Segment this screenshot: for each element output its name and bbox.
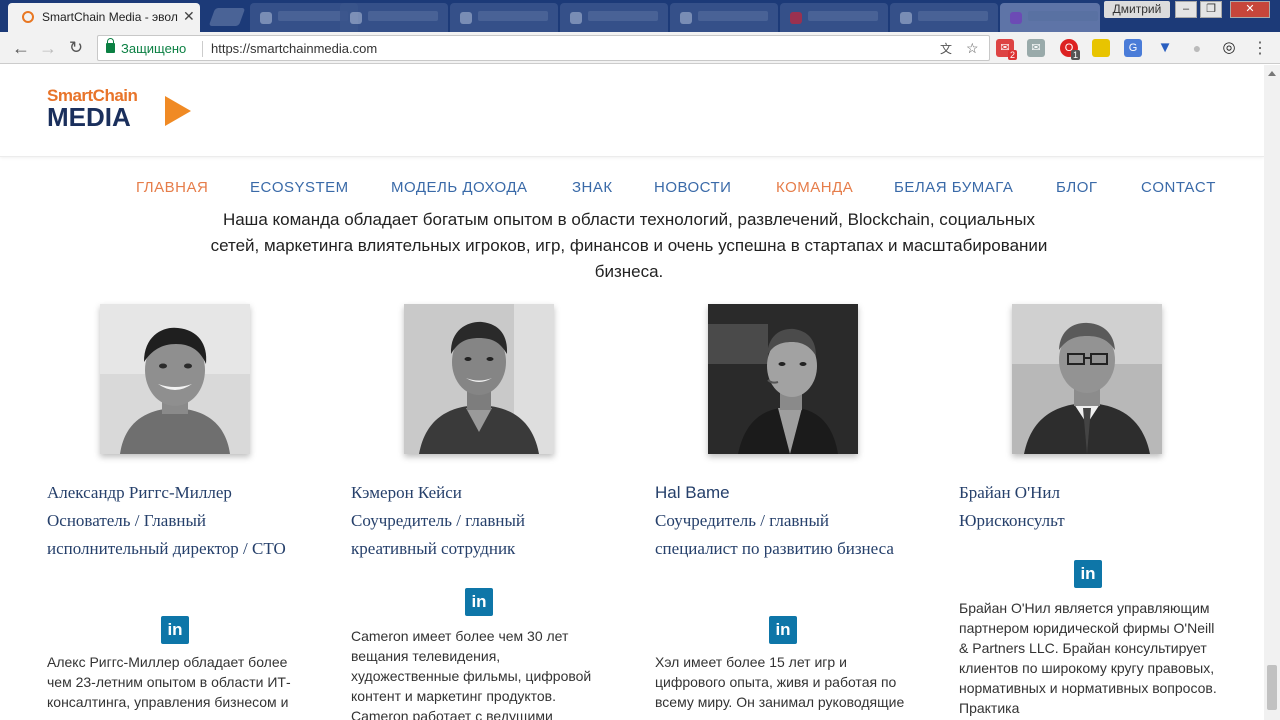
linkedin-icon[interactable]: in: [769, 616, 797, 644]
member-role: Соучредитель / главный креативный сотруд…: [351, 511, 526, 558]
member-photo: [1012, 304, 1162, 454]
tab-favicon-icon: [900, 12, 912, 24]
tab-title-blurred: [478, 11, 548, 21]
tab-smartchain[interactable]: SmartChain Media - эвол ✕: [8, 3, 200, 32]
member-portrait-icon: [404, 304, 554, 454]
chrome-menu-icon[interactable]: ⋮: [1252, 38, 1268, 58]
tab-favicon-icon: [680, 12, 692, 24]
page-viewport: SmartChain MEDIA ГЛАВНАЯ ECOSYSTEM МОДЕЛ…: [0, 65, 1264, 720]
main-nav: ГЛАВНАЯ ECOSYSTEM МОДЕЛЬ ДОХОДА ЗНАК НОВ…: [0, 173, 1264, 203]
member-name: Брайан О'Нил: [959, 483, 1060, 502]
member-name: Александр Риггс-Миллер: [47, 483, 232, 502]
site-header: SmartChain MEDIA: [0, 65, 1264, 157]
secure-label: Защищено: [121, 41, 187, 56]
tab-title-blurred: [1028, 11, 1098, 21]
tab-favicon-icon: [350, 12, 362, 24]
lock-icon: [106, 38, 115, 53]
back-arrow-icon[interactable]: ←: [11, 38, 31, 58]
tab-title-blurred: [918, 11, 988, 21]
url-text[interactable]: https://smartchainmedia.com: [211, 41, 377, 56]
smartchain-media-logo[interactable]: SmartChain MEDIA: [47, 80, 197, 135]
tab-background[interactable]: [780, 3, 888, 32]
tab-title-blurred: [368, 11, 438, 21]
tab-favicon-icon: [1010, 12, 1022, 24]
member-role: Юрисконсульт: [959, 511, 1065, 530]
scroll-up-icon[interactable]: [1268, 71, 1276, 76]
member-bio: Алекс Риггс-Миллер обладает более чем 23…: [47, 654, 291, 710]
translate-extension-icon[interactable]: G: [1124, 39, 1142, 57]
blocker-extension-icon[interactable]: ●: [1188, 39, 1206, 57]
tab-favicon-icon: [790, 12, 802, 24]
member-name: Кэмерон Кейси: [351, 483, 462, 502]
nav-home[interactable]: ГЛАВНАЯ: [136, 179, 208, 196]
member-portrait-icon: [708, 304, 858, 454]
translate-icon[interactable]: 文: [940, 40, 952, 57]
tab-favicon-icon: [570, 12, 582, 24]
member-portrait-icon: [1012, 304, 1162, 454]
bookmark-extension-icon[interactable]: [1092, 39, 1110, 57]
browser-tab-bar: SmartChain Media - эвол ✕ Дмитрий – ❐ ✕: [0, 0, 1280, 32]
screen-capture-icon[interactable]: ◎: [1220, 39, 1238, 57]
divider: [202, 41, 203, 57]
logo-text-bottom: MEDIA: [47, 102, 131, 132]
linkedin-icon[interactable]: in: [1074, 560, 1102, 588]
tab-title-blurred: [588, 11, 658, 21]
linkedin-icon[interactable]: in: [161, 616, 189, 644]
member-photo: [100, 304, 250, 454]
tab-background[interactable]: [890, 3, 998, 32]
tab-background[interactable]: [670, 3, 778, 32]
tab-background[interactable]: [560, 3, 668, 32]
member-name: Hal Bame: [655, 483, 730, 502]
bookmark-star-icon[interactable]: ☆: [966, 40, 979, 57]
tab-title-blurred: [698, 11, 768, 21]
page-scrollbar[interactable]: [1264, 65, 1280, 720]
nav-ecosystem[interactable]: ECOSYSTEM: [250, 179, 349, 196]
close-tab-icon[interactable]: ✕: [183, 8, 195, 25]
nav-revenue-model[interactable]: МОДЕЛЬ ДОХОДА: [391, 179, 528, 196]
tab-title-blurred: [278, 11, 348, 21]
tab-favicon-icon: [260, 12, 272, 24]
new-tab-button[interactable]: [208, 8, 246, 26]
maximize-button[interactable]: ❐: [1200, 1, 1222, 18]
member-role: Соучредитель / главный специалист по раз…: [655, 511, 894, 558]
extension-badge: 1: [1071, 50, 1081, 60]
nav-contact[interactable]: CONTACT: [1141, 179, 1216, 196]
window-close-button[interactable]: ✕: [1230, 1, 1270, 18]
member-photo: [404, 304, 554, 454]
logo-play-icon: [165, 96, 191, 126]
member-role: Основатель / Главный исполнительный дире…: [47, 511, 286, 558]
member-bio: Брайан О'Нил является управляющим партне…: [959, 600, 1217, 716]
member-photo: [708, 304, 858, 454]
nav-token[interactable]: ЗНАК: [572, 179, 613, 196]
reload-icon[interactable]: ↻: [66, 38, 86, 58]
nav-team[interactable]: КОМАНДА: [776, 179, 853, 196]
tab-title-blurred: [808, 11, 878, 21]
tab-background[interactable]: [340, 3, 448, 32]
nav-blog[interactable]: БЛОГ: [1056, 179, 1097, 196]
extension-badge: 2: [1008, 50, 1018, 60]
address-bar[interactable]: Защищено https://smartchainmedia.com 文 ☆: [97, 35, 990, 61]
nav-news[interactable]: НОВОСТИ: [654, 179, 731, 196]
tab-title: SmartChain Media - эвол: [42, 10, 178, 24]
profile-name[interactable]: Дмитрий: [1104, 1, 1170, 18]
vpn-extension-icon[interactable]: ▼: [1156, 39, 1174, 57]
site-favicon-icon: [22, 11, 34, 23]
member-bio: Хэл имеет более 15 лет игр и цифрового о…: [655, 654, 905, 710]
member-bio: Cameron имеет более чем 30 лет вещания т…: [351, 628, 592, 720]
nav-whitepaper[interactable]: БЕЛАЯ БУМАГА: [894, 179, 1013, 196]
forward-arrow-icon[interactable]: →: [38, 38, 58, 58]
tab-background[interactable]: [1000, 3, 1100, 32]
linkedin-icon[interactable]: in: [465, 588, 493, 616]
team-intro-text: Наша команда обладает богатым опытом в о…: [210, 210, 1048, 281]
browser-toolbar: ← → ↻ Защищено https://smartchainmedia.c…: [0, 32, 1280, 64]
mail-extension-icon[interactable]: ✉: [1027, 39, 1045, 57]
minimize-button[interactable]: –: [1175, 1, 1197, 18]
member-portrait-icon: [100, 304, 250, 454]
tab-favicon-icon: [460, 12, 472, 24]
tab-background[interactable]: [450, 3, 558, 32]
scrollbar-thumb[interactable]: [1267, 665, 1277, 710]
